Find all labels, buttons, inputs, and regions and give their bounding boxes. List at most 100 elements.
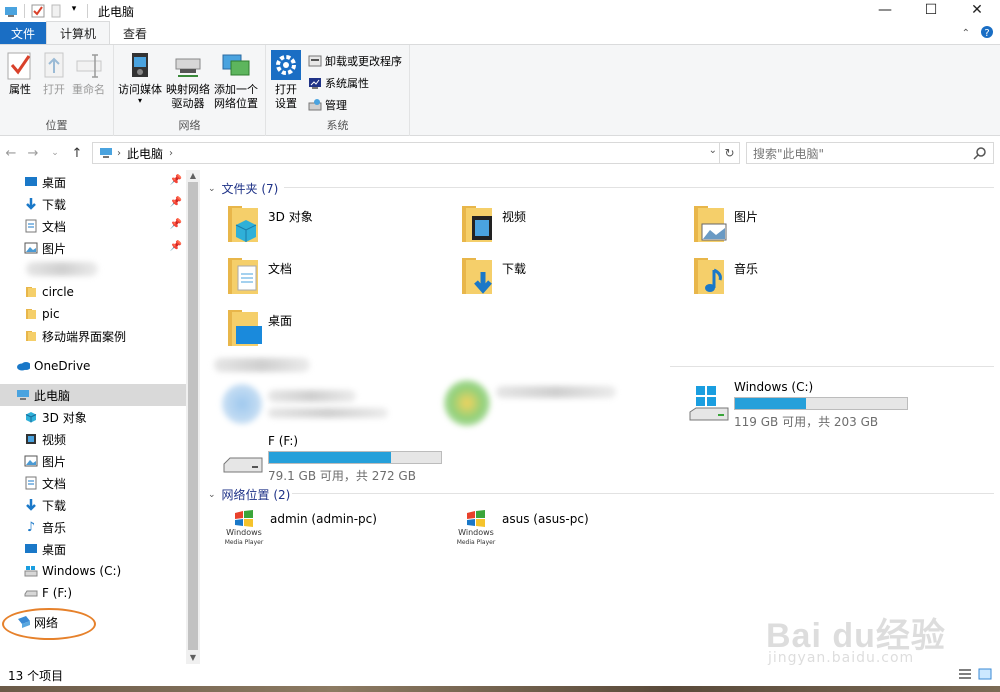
open-settings-button[interactable]: 打开 设置 [270,49,302,111]
desktop-background-strip [0,686,1000,692]
up-arrow-icon[interactable]: ↑ [66,146,88,161]
folder-tile-3d-objects[interactable]: 3D 对象 [226,204,313,244]
folder-tile-videos[interactable]: 视频 [460,204,526,244]
add-network-location-button[interactable]: 添加一个 网络位置 [214,49,258,111]
tab-view[interactable]: 查看 [110,22,160,44]
nav-item-label: 桌面 [42,542,67,557]
uninstall-program-button[interactable]: 卸载或更改程序 [308,53,402,69]
recent-locations-icon[interactable]: ⌄ [44,148,66,158]
folders-section-header[interactable]: ⌄ 文件夹 (7) [208,180,278,197]
breadcrumb-this-pc[interactable]: 此电脑 [127,145,163,162]
nav-item-folder-pic[interactable]: pic [0,303,186,325]
nav-item-pictures[interactable]: 图片 📌 [0,237,186,259]
collapse-ribbon-icon[interactable]: ⌃ [962,28,970,39]
open-button[interactable]: 打开 [38,49,70,97]
video-icon [24,432,38,446]
network-section-header[interactable]: ⌄ 网络位置 (2) [208,486,290,503]
toolbar-separator [24,4,25,18]
properties-button[interactable]: 属性 [4,49,36,97]
baidu-watermark: Bai du经验 jingyan.baidu.com [766,598,986,668]
computer-app-icon [4,4,18,18]
nav-item-desktop-pc[interactable]: 桌面 [0,538,186,560]
drive-icon [24,586,38,600]
tab-file[interactable]: 文件 [0,22,46,44]
properties-check-icon[interactable] [31,4,45,18]
nav-item-drive-f[interactable]: F (F:) [0,582,186,604]
tiles-view-icon[interactable] [978,668,992,683]
nav-item-downloads[interactable]: 下载 📌 [0,193,186,215]
manage-button[interactable]: 管理 [308,97,347,113]
scroll-up-icon[interactable]: ▲ [186,170,200,182]
nav-item-folder-mobile-ui[interactable]: 移动端界面案例 [0,325,186,347]
pin-icon[interactable]: 📌 [170,219,182,230]
dropdown-arrow-icon: ▾ [137,96,142,105]
folder-tile-music[interactable]: 音乐 [692,256,758,296]
address-bar[interactable]: › 此电脑 › ⌄ [92,142,720,164]
network-location-asus[interactable]: Windows Media Player asus (asus-pc) [456,510,589,546]
rename-button[interactable]: 重命名 [72,49,105,97]
minimize-button[interactable]: — [862,0,908,20]
pin-icon[interactable]: 📌 [170,197,182,208]
folder-tile-desktop[interactable]: 桌面 [226,308,292,348]
nav-item-this-pc[interactable]: 此电脑 [0,384,186,406]
nav-item-music[interactable]: ♪ 音乐 [0,516,186,538]
address-dropdown-icon[interactable]: ⌄ [709,145,717,156]
content-pane: ⌄ 文件夹 (7) 3D 对象 视频 图片 文档 下载 音乐 桌面 Window… [200,170,1000,664]
nav-item-documents-pc[interactable]: 文档 [0,472,186,494]
map-drive-label-line1: 映射网络 [166,83,210,96]
ribbon-help-area: ⌃ ? [962,25,994,42]
section-divider [670,366,994,367]
search-placeholder: 搜索"此电脑" [753,146,825,161]
refresh-button[interactable]: ↻ [720,142,740,164]
desktop-icon [24,542,38,556]
uninstall-icon [308,55,322,67]
folder-tile-pictures[interactable]: 图片 [692,204,758,244]
access-media-button[interactable]: 访问媒体 ▾ [118,49,162,105]
collapse-chevron-icon[interactable]: ⌄ [208,184,216,194]
back-arrow-icon[interactable]: ← [0,146,22,161]
blurred-device-label [496,386,616,398]
scroll-down-icon[interactable]: ▼ [186,652,200,664]
nav-item-3d-objects[interactable]: 3D 对象 [0,406,186,428]
nav-scrollbar[interactable]: ▲ ▼ [186,170,200,664]
breadcrumb-chevron-icon[interactable]: › [169,148,173,159]
nav-item-label: 音乐 [42,520,67,535]
collapse-chevron-icon[interactable]: ⌄ [208,490,216,500]
close-button[interactable]: ✕ [954,0,1000,20]
nav-item-videos[interactable]: 视频 [0,428,186,450]
manage-label: 管理 [325,99,347,112]
folder-3d-objects-icon [228,206,258,242]
nav-item-drive-c[interactable]: Windows (C:) [0,560,186,582]
customize-dropdown-icon[interactable]: ▾ [67,4,81,18]
nav-item-documents[interactable]: 文档 📌 [0,215,186,237]
folder-tile-documents[interactable]: 文档 [226,256,292,296]
forward-arrow-icon[interactable]: → [22,146,44,161]
windows-drive-icon [689,386,729,421]
nav-item-pictures-pc[interactable]: 图片 [0,450,186,472]
maximize-button[interactable]: ☐ [908,0,954,20]
windows-drive-icon [24,564,38,578]
tab-computer[interactable]: 计算机 [46,21,111,44]
help-icon[interactable]: ? [980,25,994,42]
scroll-thumb[interactable] [188,182,198,650]
nav-item-downloads-pc[interactable]: 下载 [0,494,186,516]
ribbon-tabs: 文件 计算机 查看 ⌃ ? [0,21,1000,44]
nav-item-onedrive[interactable]: OneDrive [0,355,186,377]
folder-tile-downloads[interactable]: 下载 [460,256,526,296]
nav-item-desktop[interactable]: 桌面 📌 [0,171,186,193]
search-box[interactable]: 搜索"此电脑" [746,142,994,164]
refresh-icon: ↻ [724,146,735,160]
group-label-network: 网络 [178,119,201,132]
details-view-icon[interactable] [958,668,972,683]
pin-icon[interactable]: 📌 [170,175,182,186]
new-folder-icon[interactable] [49,4,63,18]
windows-media-player-icon: Windows Media Player [456,510,496,546]
system-properties-button[interactable]: 系统属性 [308,75,369,91]
map-network-drive-button[interactable]: 映射网络 驱动器 [166,49,210,111]
network-location-icon [222,54,250,76]
pin-icon[interactable]: 📌 [170,241,182,252]
nav-item-folder-circle[interactable]: circle [0,281,186,303]
ribbon-group-location: 属性 打开 重命名 位置 [0,45,114,136]
network-location-admin[interactable]: Windows Media Player admin (admin-pc) [224,510,377,546]
folder-label: 桌面 [268,314,293,328]
